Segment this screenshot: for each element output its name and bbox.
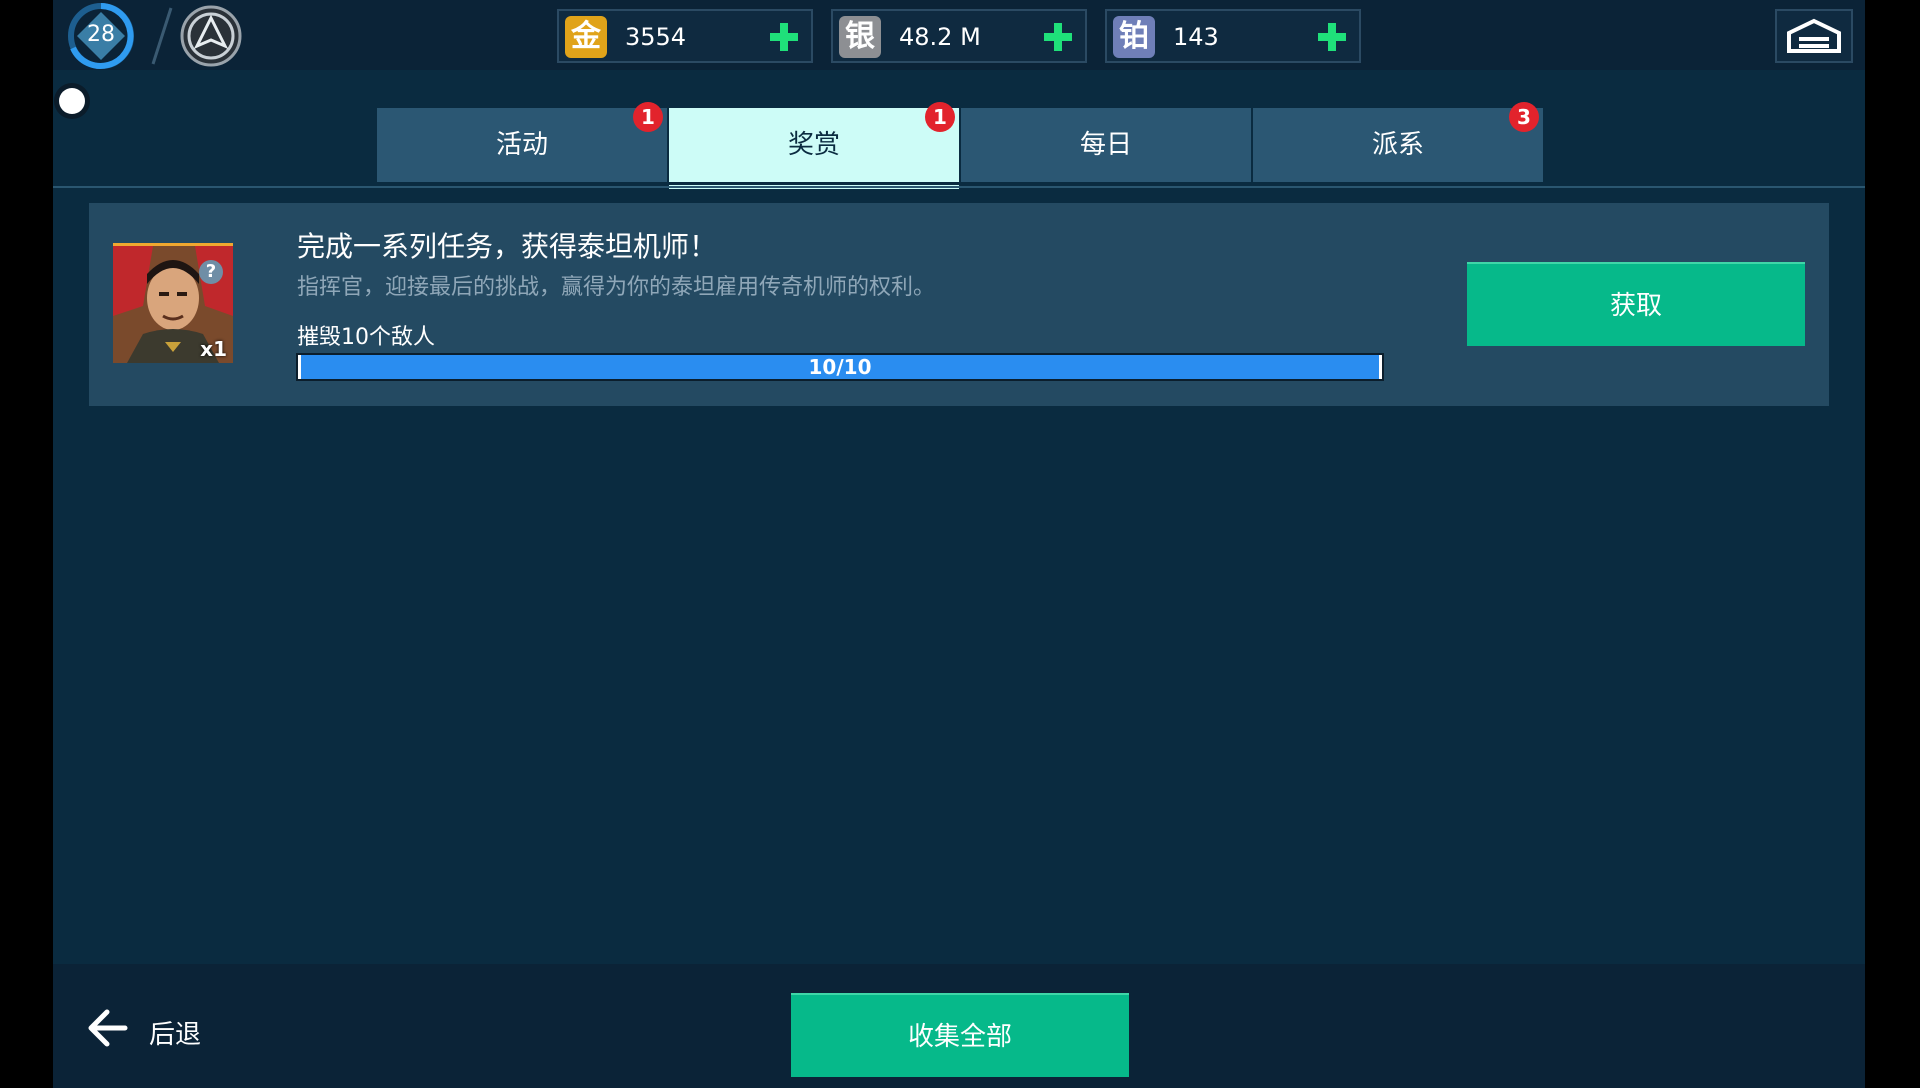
silver-amount: 48.2 M [899, 23, 981, 51]
mission-description: 指挥官，迎接最后的挑战，赢得为你的泰坦雇用传奇机师的权利。 [297, 275, 936, 300]
help-icon[interactable]: ? [199, 260, 223, 284]
platinum-icon: 铂 [1113, 16, 1155, 58]
divider-slash [151, 7, 173, 65]
add-gold-button[interactable] [767, 20, 801, 54]
notification-badge: 1 [925, 102, 955, 132]
tab-factions-label: 派系 [1371, 130, 1424, 160]
gold-amount: 3554 [625, 23, 687, 51]
garage-button[interactable] [1775, 9, 1853, 63]
tab-factions[interactable]: 派系 3 [1253, 102, 1543, 182]
collect-all-button[interactable]: 收集全部 [791, 993, 1129, 1077]
claim-button[interactable]: 获取 [1467, 262, 1805, 346]
mission-card: ? x1 完成一系列任务，获得泰坦机师！ 指挥官，迎接最后的挑战，赢得为你的泰坦… [89, 203, 1829, 406]
back-label: 后退 [149, 1020, 202, 1050]
tab-daily[interactable]: 每日 [961, 108, 1251, 182]
tabs-divider [53, 186, 1865, 188]
tab-daily-label: 每日 [1079, 130, 1132, 160]
pilot-reward-portrait[interactable]: ? x1 [113, 243, 233, 363]
tab-rewards-label: 奖赏 [787, 130, 840, 160]
back-arrow-icon [88, 1009, 128, 1047]
platinum-currency: 铂 143 [1105, 9, 1361, 63]
notification-badge: 3 [1509, 102, 1539, 132]
progress-text: 10/10 [808, 355, 872, 379]
rank-emblem-icon[interactable] [179, 4, 243, 68]
status-dot[interactable] [59, 88, 85, 114]
add-platinum-button[interactable] [1315, 20, 1349, 54]
gold-currency: 金 3554 [557, 9, 813, 63]
tab-events[interactable]: 活动 1 [377, 102, 667, 182]
silver-icon: 银 [839, 16, 881, 58]
notification-badge: 1 [633, 102, 663, 132]
gold-icon: 金 [565, 16, 607, 58]
mission-title: 完成一系列任务，获得泰坦机师！ [297, 230, 718, 263]
silver-currency: 银 48.2 M [831, 9, 1087, 63]
mission-task: 摧毁10个敌人 [297, 325, 435, 350]
rewards-screen: 28 金 3554 银 48.2 M 铂 143 活动 1 奖赏 1 每日 派系… [53, 0, 1865, 1088]
add-silver-button[interactable] [1041, 20, 1075, 54]
tab-events-label: 活动 [495, 130, 548, 160]
player-level: 28 [87, 22, 115, 47]
player-level-badge[interactable]: 28 [63, 0, 139, 72]
tab-rewards[interactable]: 奖赏 1 [669, 102, 959, 189]
garage-icon [1787, 18, 1841, 53]
mission-progress-bar: 10/10 [296, 353, 1384, 381]
platinum-amount: 143 [1173, 23, 1219, 51]
reward-quantity: x1 [200, 337, 227, 361]
bottom-bar: 后退 收集全部 [53, 964, 1865, 1088]
top-bar: 28 金 3554 银 48.2 M 铂 143 [53, 0, 1865, 70]
